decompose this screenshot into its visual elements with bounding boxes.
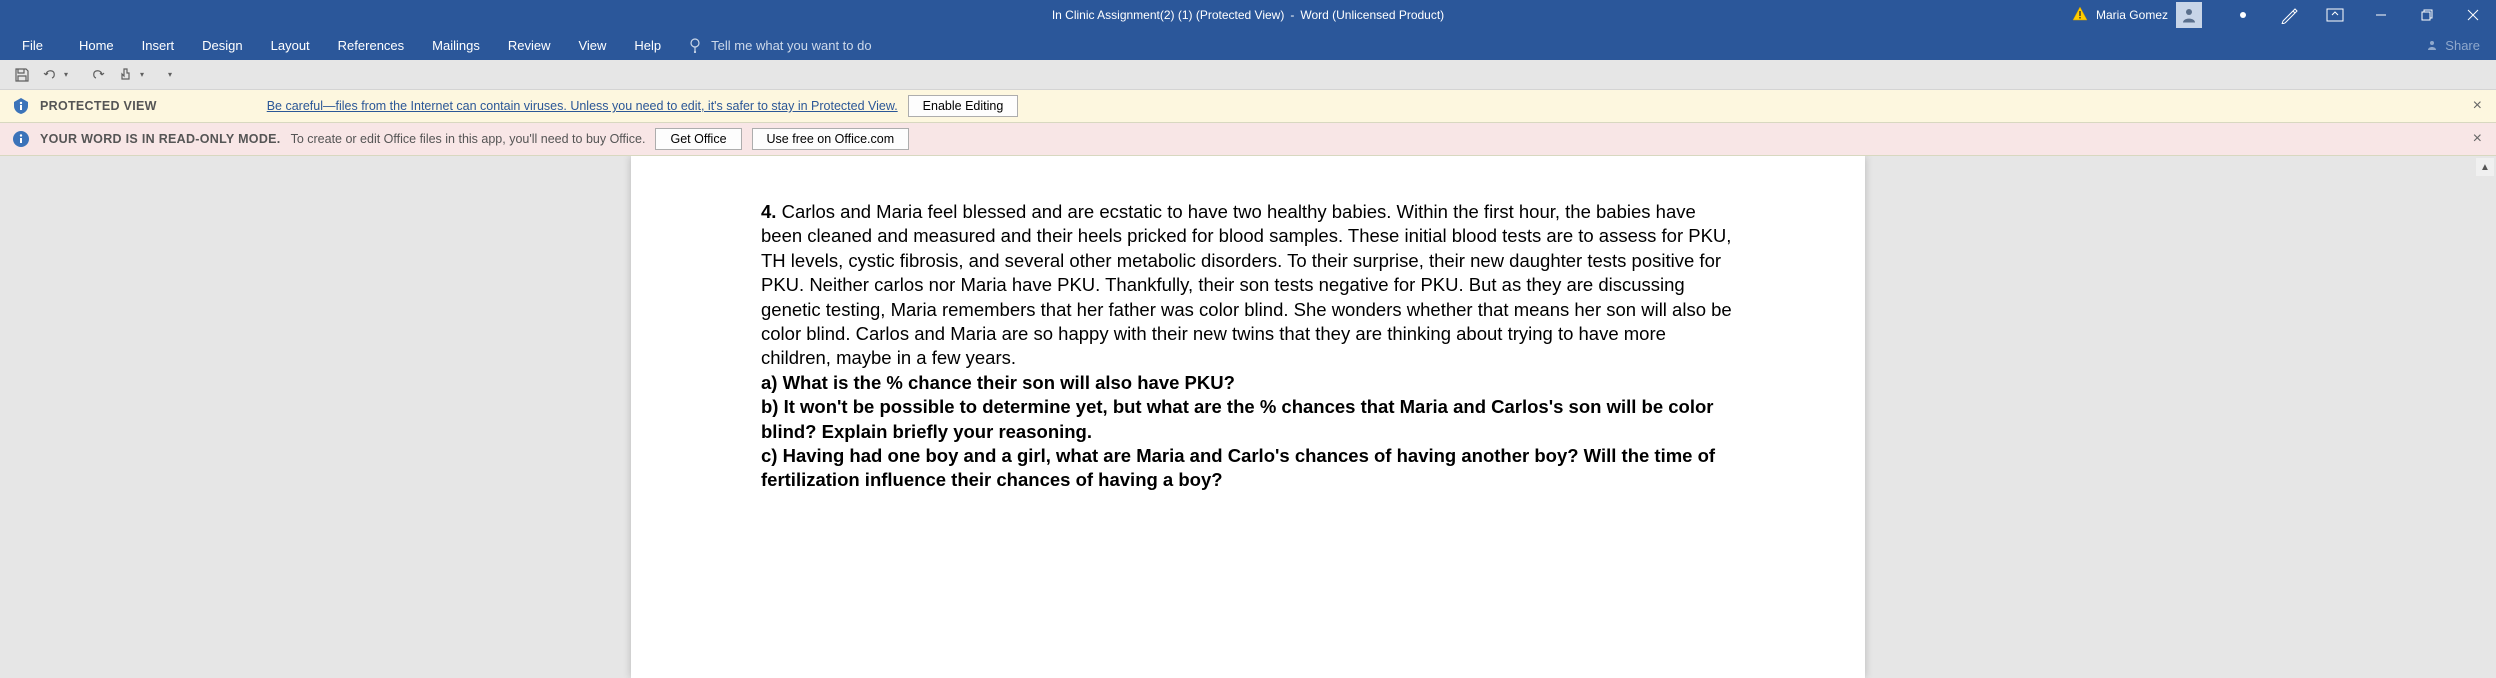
question-4a: a) What is the % chance their son will a… <box>761 371 1735 395</box>
title-bar-right: Maria Gomez <box>2072 0 2496 30</box>
pen-icon[interactable] <box>2266 0 2312 30</box>
question-body: Carlos and Maria feel blessed and are ec… <box>761 201 1732 368</box>
scroll-up-button[interactable]: ▲ <box>2476 158 2494 176</box>
tab-insert[interactable]: Insert <box>128 30 189 60</box>
tab-file[interactable]: File <box>0 30 65 60</box>
question-4b: b) It won't be possible to determine yet… <box>761 395 1735 444</box>
tab-design[interactable]: Design <box>188 30 256 60</box>
close-button[interactable] <box>2450 0 2496 30</box>
qat-customize-icon[interactable]: ▾ <box>168 70 172 79</box>
app-name: Word (Unlicensed Product) <box>1300 8 1444 22</box>
tell-me-search[interactable]: Tell me what you want to do <box>687 37 871 53</box>
doc-name: In Clinic Assignment(2) (1) (Protected V… <box>1052 8 1285 22</box>
share-button[interactable]: Share <box>2425 38 2480 53</box>
undo-button[interactable] <box>38 63 62 87</box>
touch-mode-dropdown-icon[interactable]: ▾ <box>140 70 144 79</box>
title-dash: - <box>1290 8 1294 22</box>
tab-help[interactable]: Help <box>620 30 675 60</box>
share-label: Share <box>2445 38 2480 53</box>
question-4-paragraph: 4. Carlos and Maria feel blessed and are… <box>761 200 1735 371</box>
info-icon <box>12 97 30 115</box>
document-page: 4. Carlos and Maria feel blessed and are… <box>631 156 1865 678</box>
tab-layout[interactable]: Layout <box>257 30 324 60</box>
close-icon[interactable]: × <box>2473 130 2482 148</box>
read-only-bar: YOUR WORD IS IN READ-ONLY MODE. To creat… <box>0 123 2496 156</box>
protected-view-bar: PROTECTED VIEW Be careful—files from the… <box>0 90 2496 123</box>
enable-editing-button[interactable]: Enable Editing <box>908 95 1019 117</box>
touch-mouse-mode-button[interactable] <box>114 63 138 87</box>
redo-button[interactable] <box>86 63 110 87</box>
document-area[interactable]: 4. Carlos and Maria feel blessed and are… <box>0 156 2496 678</box>
get-office-button[interactable]: Get Office <box>655 128 741 150</box>
tab-view[interactable]: View <box>564 30 620 60</box>
question-4c: c) Having had one boy and a girl, what a… <box>761 444 1735 493</box>
tell-me-label: Tell me what you want to do <box>711 38 871 53</box>
use-free-office-button[interactable]: Use free on Office.com <box>752 128 910 150</box>
tab-mailings[interactable]: Mailings <box>418 30 494 60</box>
save-button[interactable] <box>10 63 34 87</box>
tab-home[interactable]: Home <box>65 30 128 60</box>
tab-references[interactable]: References <box>324 30 418 60</box>
maximize-button[interactable] <box>2404 0 2450 30</box>
read-only-label: YOUR WORD IS IN READ-ONLY MODE. <box>40 132 281 146</box>
autosave-indicator <box>2220 0 2266 30</box>
title-text: In Clinic Assignment(2) (1) (Protected V… <box>1052 8 1444 22</box>
tab-review[interactable]: Review <box>494 30 565 60</box>
undo-dropdown-icon[interactable]: ▾ <box>64 70 68 79</box>
protected-view-text[interactable]: Be careful—files from the Internet can c… <box>267 99 898 113</box>
close-icon[interactable]: × <box>2473 97 2482 115</box>
ribbon-display-options-icon[interactable] <box>2312 0 2358 30</box>
read-only-text: To create or edit Office files in this a… <box>291 132 646 146</box>
question-number: 4. <box>761 201 782 222</box>
ribbon-tabs: File Home Insert Design Layout Reference… <box>0 30 2496 60</box>
title-bar: In Clinic Assignment(2) (1) (Protected V… <box>0 0 2496 30</box>
user-name[interactable]: Maria Gomez <box>2096 8 2168 22</box>
avatar[interactable] <box>2176 2 2202 28</box>
minimize-button[interactable] <box>2358 0 2404 30</box>
info-icon <box>12 130 30 148</box>
warning-icon <box>2072 6 2088 25</box>
quick-access-toolbar: ▾ ▾ ▾ <box>0 60 2496 90</box>
protected-view-label: PROTECTED VIEW <box>40 99 157 113</box>
